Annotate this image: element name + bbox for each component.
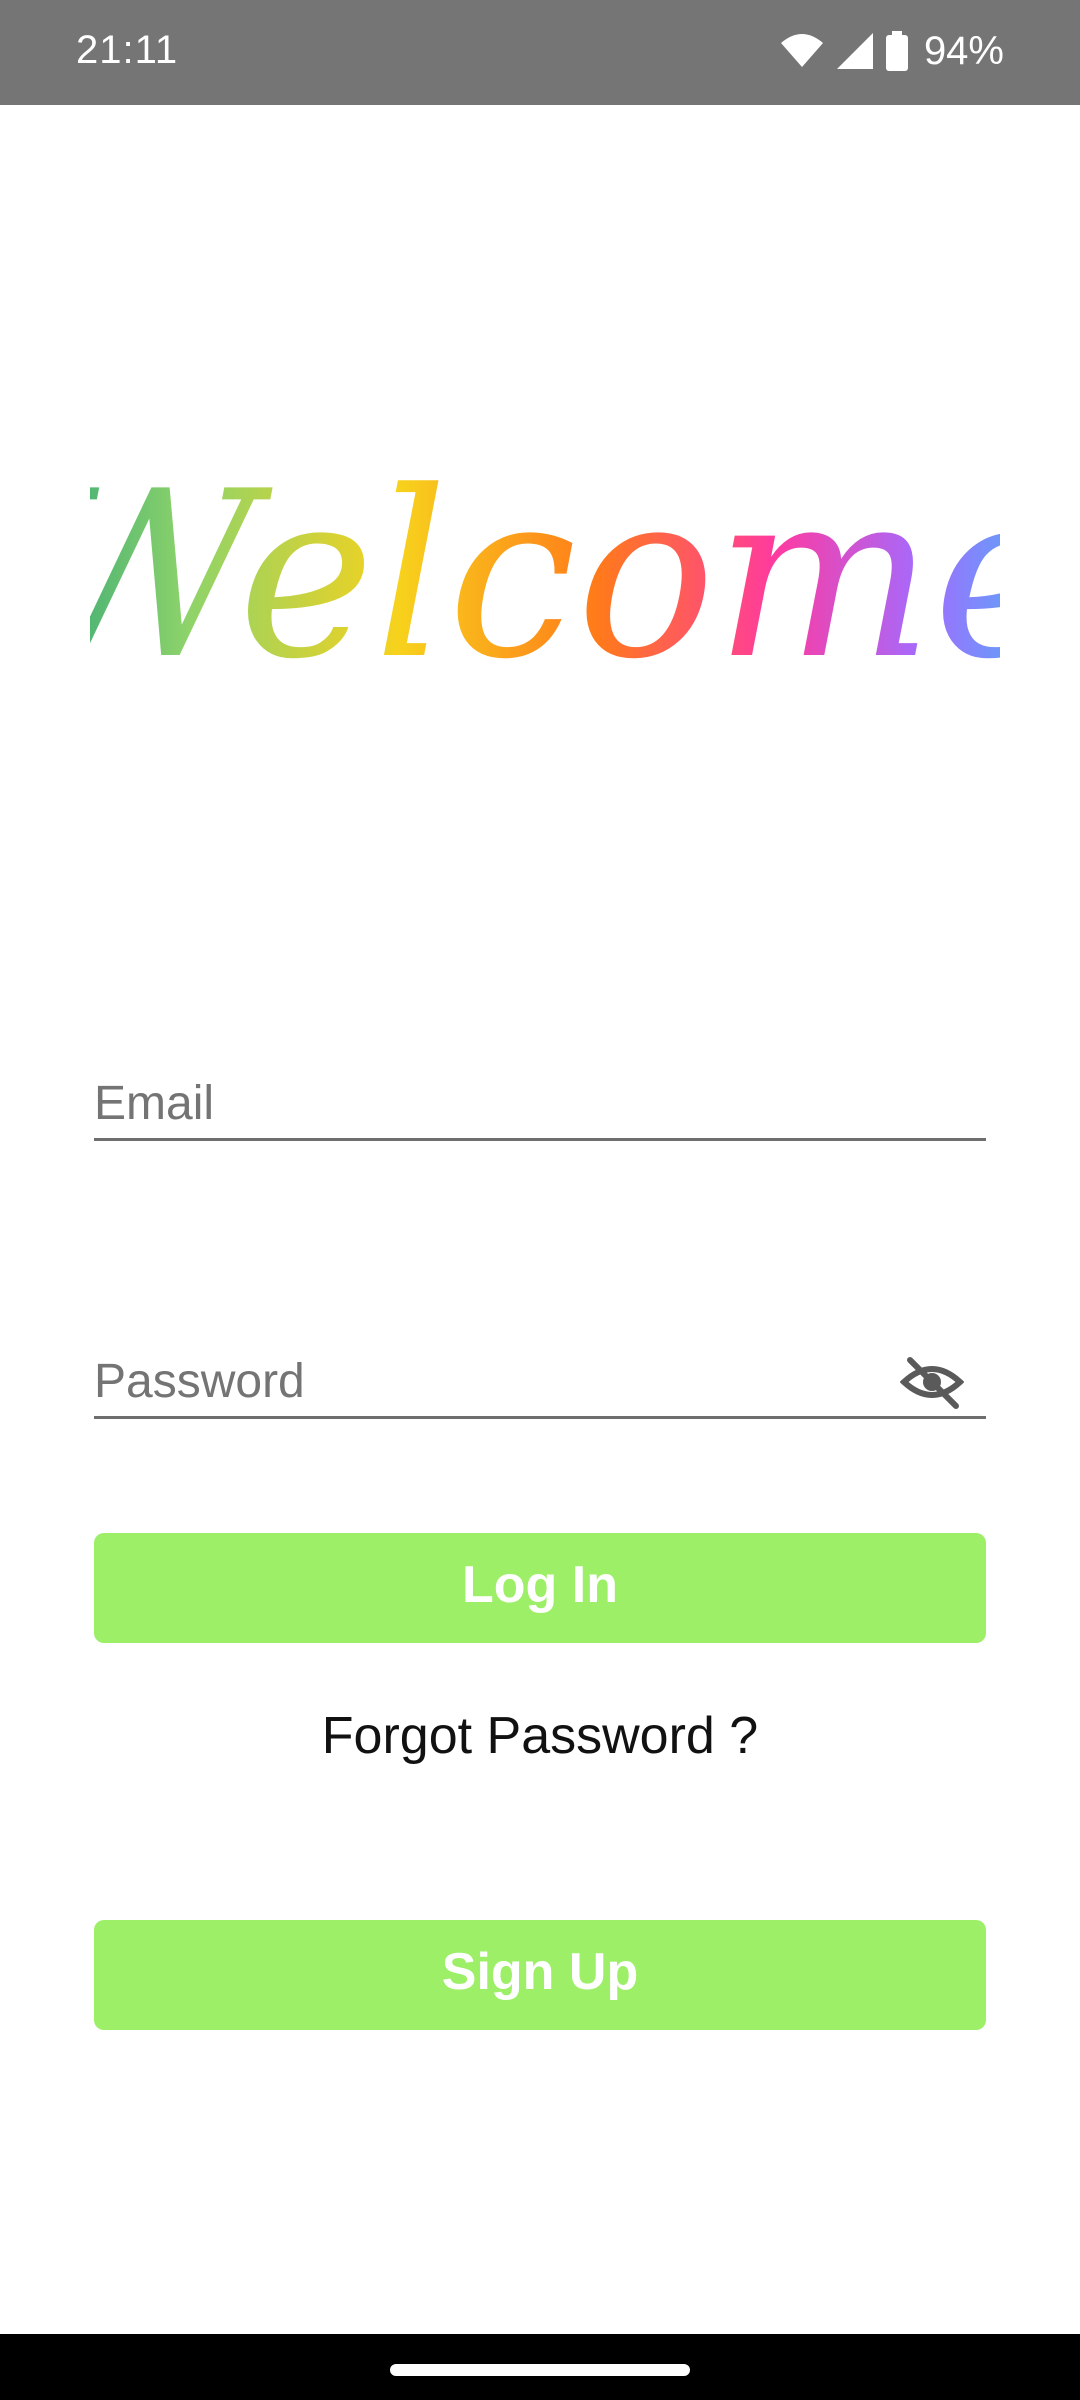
battery-percentage: 94%	[923, 28, 1004, 73]
wifi-icon	[780, 33, 824, 69]
status-time: 21:11	[76, 28, 179, 72]
status-bar: 21:11 94%	[0, 0, 1080, 105]
password-input[interactable]	[94, 1346, 894, 1416]
login-button[interactable]: Log In	[94, 1533, 986, 1643]
eye-off-icon[interactable]	[899, 1354, 965, 1410]
battery-icon	[885, 31, 908, 71]
welcome-text: Welcome	[90, 443, 1000, 700]
signup-button[interactable]: Sign Up	[94, 1920, 986, 2030]
navigation-bar	[0, 2334, 1080, 2400]
signal-icon	[836, 32, 874, 70]
forgot-password-link[interactable]: Forgot Password ?	[0, 1706, 1080, 1766]
home-gesture-handle[interactable]	[390, 2364, 690, 2376]
status-icons: 94%	[780, 26, 1004, 76]
email-input[interactable]	[94, 1068, 986, 1138]
welcome-logo: Welcome	[21, 440, 1070, 710]
password-field[interactable]	[94, 1346, 986, 1419]
email-field[interactable]	[94, 1068, 986, 1141]
